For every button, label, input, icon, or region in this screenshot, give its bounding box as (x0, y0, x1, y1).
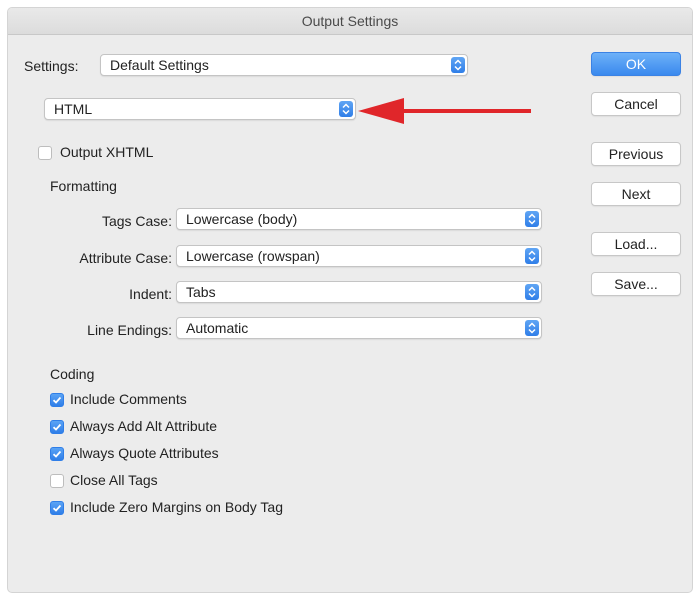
select-stepper-icon (451, 57, 465, 73)
save-button[interactable]: Save... (591, 272, 681, 296)
checkmark-icon (52, 396, 62, 404)
indent-value: Tabs (186, 284, 216, 300)
always-quote-attributes-label: Always Quote Attributes (70, 445, 219, 461)
category-select[interactable]: HTML (44, 98, 356, 120)
select-stepper-icon (339, 101, 353, 117)
indent-label: Indent: (129, 286, 172, 302)
checkmark-icon (52, 423, 62, 431)
line-endings-select[interactable]: Automatic (176, 317, 542, 339)
close-all-tags-checkbox[interactable] (50, 474, 64, 488)
line-endings-label: Line Endings: (87, 322, 172, 338)
next-button[interactable]: Next (591, 182, 681, 206)
formatting-heading: Formatting (50, 178, 117, 194)
window-title: Output Settings (8, 8, 692, 35)
attribute-case-label: Attribute Case: (79, 250, 172, 266)
tags-case-value: Lowercase (body) (186, 211, 298, 227)
include-zero-margins-checkbox[interactable] (50, 501, 64, 515)
select-stepper-icon (525, 211, 539, 227)
output-xhtml-label: Output XHTML (60, 144, 154, 160)
always-add-alt-checkbox[interactable] (50, 420, 64, 434)
include-zero-margins-label: Include Zero Margins on Body Tag (70, 499, 283, 515)
ok-button[interactable]: OK (591, 52, 681, 76)
close-all-tags-label: Close All Tags (70, 472, 158, 488)
tags-case-label: Tags Case: (101, 213, 172, 229)
select-stepper-icon (525, 248, 539, 264)
attribute-case-value: Lowercase (rowspan) (186, 248, 320, 264)
select-stepper-icon (525, 284, 539, 300)
load-button[interactable]: Load... (591, 232, 681, 256)
settings-label: Settings: (24, 58, 79, 74)
cancel-button[interactable]: Cancel (591, 92, 681, 116)
indent-select[interactable]: Tabs (176, 281, 542, 303)
settings-select-value: Default Settings (110, 57, 209, 73)
select-stepper-icon (525, 320, 539, 336)
include-comments-checkbox[interactable] (50, 393, 64, 407)
tags-case-select[interactable]: Lowercase (body) (176, 208, 542, 230)
coding-heading: Coding (50, 366, 95, 382)
previous-button[interactable]: Previous (591, 142, 681, 166)
checkmark-icon (52, 504, 62, 512)
category-select-value: HTML (54, 101, 93, 117)
settings-select[interactable]: Default Settings (100, 54, 468, 76)
checkmark-icon (52, 450, 62, 458)
output-settings-dialog: Output Settings Settings: Default Settin… (8, 8, 692, 592)
always-add-alt-label: Always Add Alt Attribute (70, 418, 218, 434)
output-xhtml-checkbox[interactable] (38, 146, 52, 160)
attribute-case-select[interactable]: Lowercase (rowspan) (176, 245, 542, 267)
red-arrow-icon (358, 98, 531, 124)
always-quote-attributes-checkbox[interactable] (50, 447, 64, 461)
include-comments-label: Include Comments (70, 391, 187, 407)
line-endings-value: Automatic (186, 320, 249, 336)
